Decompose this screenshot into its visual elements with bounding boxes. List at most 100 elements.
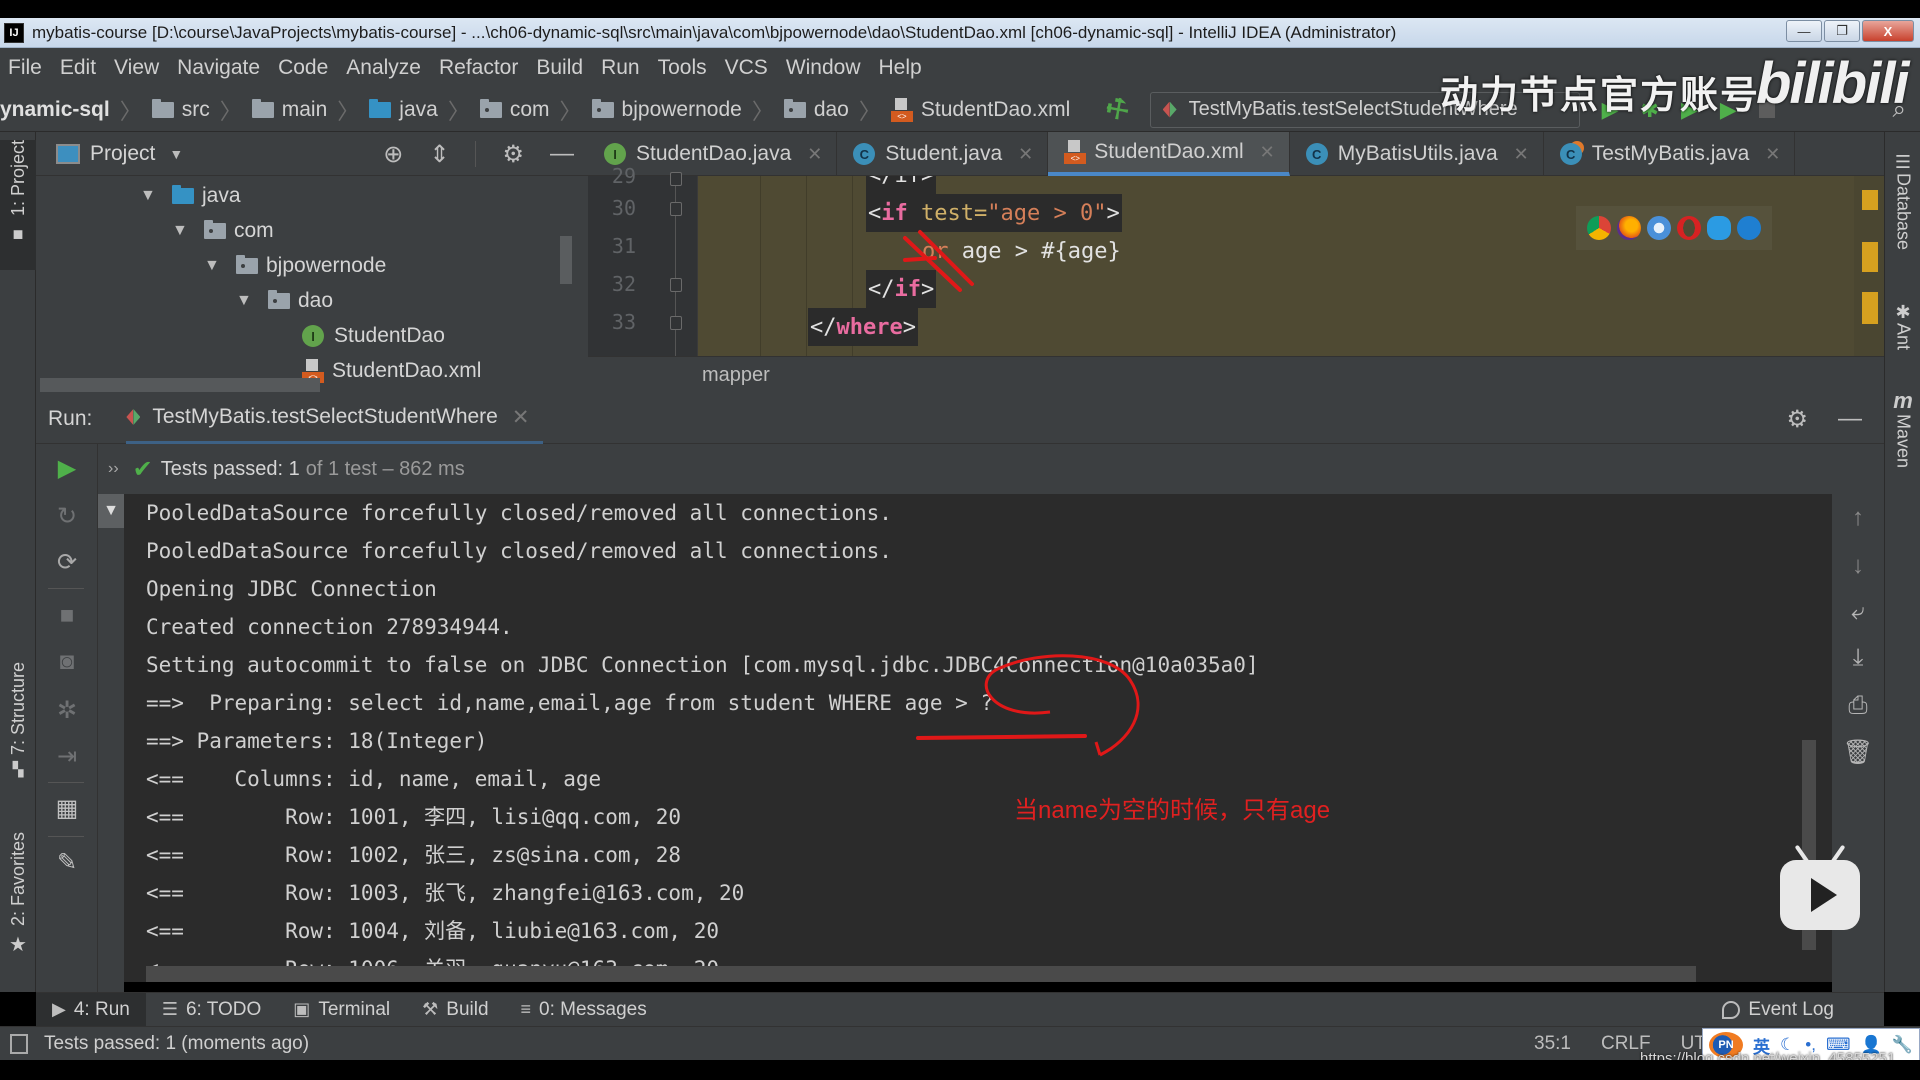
- close-tab-icon[interactable]: ✕: [1765, 144, 1780, 165]
- breadcrumb-com[interactable]: com: [510, 98, 550, 122]
- restore-button[interactable]: ❐: [1824, 20, 1860, 42]
- camera-icon[interactable]: ◙: [36, 648, 98, 676]
- edge-icon[interactable]: [1737, 216, 1761, 240]
- pin-icon[interactable]: ✎: [36, 848, 98, 877]
- build-hammer-icon[interactable]: ⚒: [1100, 90, 1137, 129]
- fold-marker-icon[interactable]: [670, 316, 682, 330]
- caret-position[interactable]: 35:1: [1534, 1033, 1571, 1055]
- breadcrumb-main[interactable]: main: [282, 98, 328, 122]
- breadcrumb-bjpowernode[interactable]: bjpowernode: [622, 98, 742, 122]
- editor-tab-studentdao-xml[interactable]: StudentDao.xml ✕: [1048, 132, 1290, 176]
- project-tree-scrollbar[interactable]: [560, 236, 572, 284]
- opera-icon[interactable]: [1677, 216, 1701, 240]
- close-tab-icon[interactable]: ✕: [1514, 144, 1529, 165]
- code-editor[interactable]: </if> <if test="age > 0"> or age > #{age…: [698, 176, 1884, 356]
- menu-refactor[interactable]: Refactor: [439, 56, 518, 80]
- tool-tab-project[interactable]: 1: Project ■: [0, 140, 36, 270]
- editor-tab-student-java[interactable]: C Student.java ✕: [837, 132, 1049, 176]
- bottom-tab-todo[interactable]: ☰ 6: TODO: [146, 993, 277, 1027]
- run-tab[interactable]: TestMyBatis.testSelectStudentWhere ✕: [126, 394, 544, 444]
- print-icon[interactable]: ⎙: [1832, 692, 1884, 720]
- bottom-tab-terminal[interactable]: ▣ Terminal: [277, 993, 406, 1027]
- menu-vcs[interactable]: VCS: [725, 56, 768, 80]
- bottom-tab-build[interactable]: ⚒ Build: [406, 993, 504, 1027]
- collapse-all-icon[interactable]: ⇕: [429, 140, 449, 169]
- tool-tab-maven[interactable]: m Maven: [1885, 388, 1920, 468]
- debug-coverage-icon[interactable]: ✲: [36, 696, 98, 725]
- menu-build[interactable]: Build: [536, 56, 583, 80]
- safari-icon[interactable]: [1647, 216, 1671, 240]
- internet-explorer-icon[interactable]: [1707, 216, 1731, 240]
- chrome-icon[interactable]: [1587, 216, 1611, 240]
- tree-node-studentdao-xml[interactable]: StudentDao.xml: [302, 354, 481, 388]
- menu-analyze[interactable]: Analyze: [346, 56, 421, 80]
- expand-arrow-icon[interactable]: ▼: [236, 292, 252, 310]
- event-log-button[interactable]: Event Log: [1722, 993, 1834, 1027]
- close-tab-icon[interactable]: ✕: [807, 144, 822, 165]
- warning-marker[interactable]: [1862, 242, 1878, 272]
- expand-more-icon[interactable]: ››: [108, 460, 119, 478]
- expand-arrow-icon[interactable]: ▼: [140, 187, 156, 205]
- fold-marker-icon[interactable]: [670, 172, 682, 186]
- tree-node-bjpowernode[interactable]: ▼ bjpowernode: [204, 249, 386, 283]
- menu-help[interactable]: Help: [879, 56, 922, 80]
- tool-tab-database[interactable]: ☰ Database: [1885, 152, 1920, 250]
- layout-icon[interactable]: ▦: [36, 794, 98, 823]
- bottom-tab-messages[interactable]: ≡ 0: Messages: [505, 993, 663, 1027]
- fold-marker-icon[interactable]: [670, 278, 682, 292]
- warning-marker[interactable]: [1862, 292, 1878, 324]
- editor-tab-testmybatis-java[interactable]: C TestMyBatis.java ✕: [1544, 132, 1796, 176]
- menu-edit[interactable]: Edit: [60, 56, 96, 80]
- menu-file[interactable]: File: [8, 56, 42, 80]
- arrow-down-icon[interactable]: ↓: [1832, 552, 1884, 580]
- trash-icon[interactable]: 🗑: [1832, 738, 1884, 767]
- breadcrumb-java[interactable]: java: [399, 98, 438, 122]
- close-tab-icon[interactable]: ✕: [1260, 142, 1275, 163]
- tree-node-studentdao[interactable]: I StudentDao: [302, 319, 445, 353]
- breadcrumb-dao[interactable]: dao: [814, 98, 849, 122]
- menu-window[interactable]: Window: [786, 56, 861, 80]
- menu-tools[interactable]: Tools: [658, 56, 707, 80]
- gear-icon[interactable]: ⚙: [1786, 405, 1808, 434]
- menu-view[interactable]: View: [114, 56, 159, 80]
- expand-arrow-icon[interactable]: ▼: [172, 222, 188, 240]
- import-tests-icon[interactable]: ⇥: [36, 742, 98, 771]
- search-icon[interactable]: ⌕: [1893, 96, 1906, 124]
- minimize-button[interactable]: —: [1786, 20, 1822, 42]
- error-stripe[interactable]: [1854, 176, 1884, 356]
- close-tab-icon[interactable]: ✕: [1018, 144, 1033, 165]
- chevron-down-icon[interactable]: ▼: [169, 146, 183, 162]
- scroll-to-end-icon[interactable]: ⤓: [1832, 644, 1884, 672]
- close-button[interactable]: X: [1862, 20, 1914, 42]
- project-panel-title[interactable]: Project: [90, 142, 155, 166]
- breadcrumb-src[interactable]: src: [182, 98, 210, 122]
- close-tab-icon[interactable]: ✕: [512, 405, 530, 430]
- locate-file-icon[interactable]: ⊕: [383, 140, 403, 169]
- arrow-up-icon[interactable]: ↑: [1832, 504, 1884, 532]
- expand-tree-toggle[interactable]: ▼: [98, 494, 124, 528]
- menu-run[interactable]: Run: [601, 56, 640, 80]
- project-tree-horizontal-scrollbar[interactable]: [40, 378, 320, 392]
- warning-marker[interactable]: [1862, 190, 1878, 210]
- tool-windows-icon[interactable]: [10, 1033, 28, 1054]
- tree-node-java[interactable]: ▼ java: [140, 179, 241, 213]
- firefox-icon[interactable]: [1617, 216, 1641, 240]
- editor-tab-mybatisutils-java[interactable]: C MyBatisUtils.java ✕: [1290, 132, 1544, 176]
- tool-tab-ant[interactable]: ✱ Ant: [1885, 302, 1920, 350]
- hide-panel-icon[interactable]: —: [550, 140, 574, 168]
- toggle-auto-test-icon[interactable]: ⟳: [36, 548, 98, 577]
- rerun-icon[interactable]: ▶: [36, 454, 98, 483]
- soft-wrap-icon[interactable]: ⤶: [1832, 598, 1884, 626]
- tree-node-dao[interactable]: ▼ dao: [236, 284, 333, 318]
- breadcrumb-module[interactable]: ynamic-sql: [0, 98, 110, 122]
- tool-tab-favorites[interactable]: 2: Favorites ★: [0, 832, 36, 957]
- gear-icon[interactable]: ⚙: [502, 140, 524, 169]
- menu-code[interactable]: Code: [278, 56, 328, 80]
- console-horizontal-scrollbar[interactable]: [146, 966, 1696, 982]
- editor-breadcrumb-mapper[interactable]: mapper: [702, 364, 770, 387]
- tool-tab-structure[interactable]: 7: Structure ▚: [0, 662, 36, 778]
- stop-icon[interactable]: ■: [36, 602, 98, 630]
- breadcrumb-file[interactable]: StudentDao.xml: [921, 98, 1070, 122]
- menu-navigate[interactable]: Navigate: [177, 56, 260, 80]
- hide-panel-icon[interactable]: —: [1838, 405, 1862, 433]
